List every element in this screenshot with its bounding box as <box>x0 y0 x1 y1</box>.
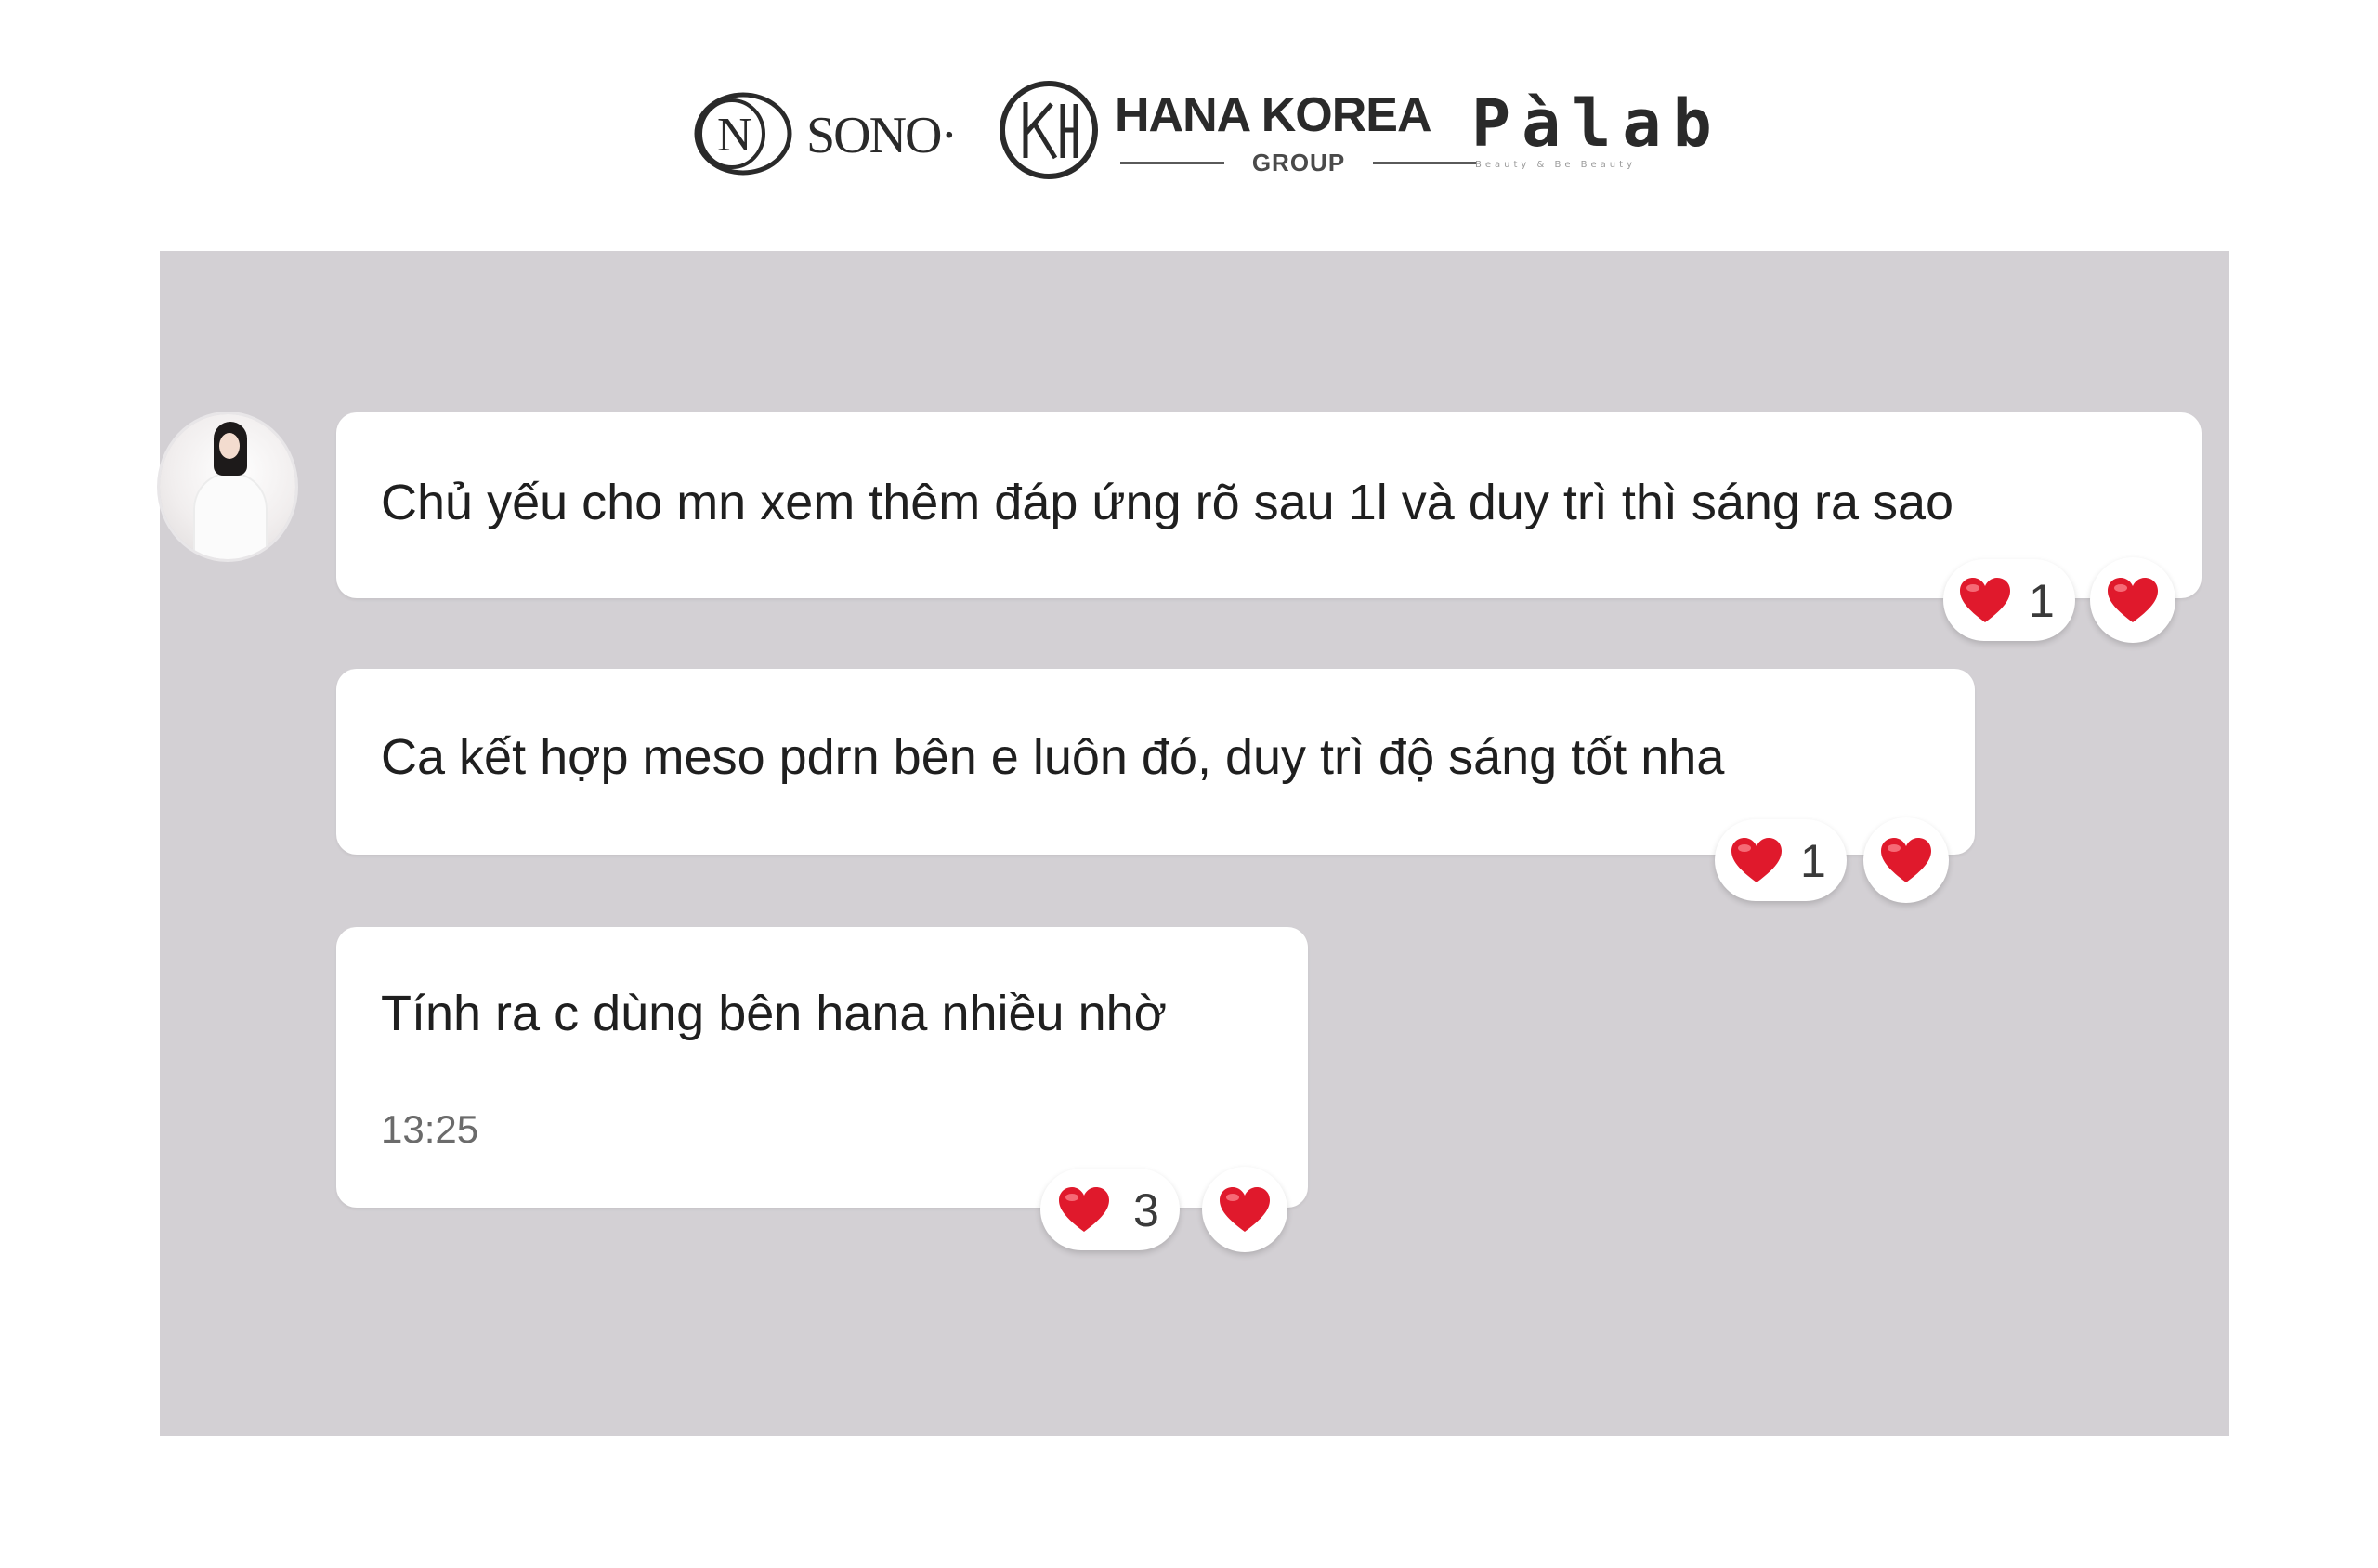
heart-icon <box>1960 578 2010 622</box>
message-bubble[interactable]: Tính ra c dùng bên hana nhiều nhờ 13:25 <box>336 927 1308 1208</box>
add-reaction-button[interactable] <box>2090 557 2175 643</box>
reaction-count: 1 <box>2029 575 2055 627</box>
message-text: Ca kết hợp meso pdrn bên e luôn đó, duy … <box>381 729 1725 785</box>
heart-icon <box>1220 1187 1270 1232</box>
reaction-count-pill[interactable]: 1 <box>1715 819 1847 901</box>
avatar-figure-face <box>219 433 240 459</box>
hana-korea-monogram-icon <box>1000 81 1098 179</box>
message-timestamp: 13:25 <box>381 1107 479 1151</box>
heart-icon <box>1059 1187 1109 1232</box>
reaction-count-pill[interactable]: 3 <box>1040 1169 1180 1250</box>
palab-wordmark: Pàlab <box>1471 85 1723 162</box>
svg-text:N: N <box>717 109 752 162</box>
heart-icon <box>1881 838 1931 882</box>
hana-korea-logo: HANA KOREA GROUP <box>998 76 1477 188</box>
message-text: Tính ra c dùng bên hana nhiều nhờ <box>381 986 1168 1041</box>
brand-logos-header: N SONO· HANA KOREA GROUP Pàlab Beauty & … <box>0 0 2378 232</box>
add-reaction-button[interactable] <box>1863 817 1949 903</box>
avatar-figure-body <box>193 472 268 559</box>
message-text: Chủ yếu cho mn xem thêm đáp ứng rõ sau 1… <box>381 475 1954 530</box>
reaction-count: 1 <box>1800 835 1826 887</box>
palab-logo: Pàlab Beauty & Be Beauty <box>1471 85 1713 188</box>
reaction-count-pill[interactable]: 1 <box>1943 559 2075 641</box>
heart-icon <box>2108 578 2158 622</box>
sono-monogram-icon: N <box>694 92 792 176</box>
avatar[interactable] <box>160 414 295 559</box>
message-bubble[interactable]: Chủ yếu cho mn xem thêm đáp ứng rõ sau 1… <box>336 412 2202 598</box>
hana-korea-wordmark: HANA KOREA <box>1115 88 1432 142</box>
reaction-count: 3 <box>1133 1184 1159 1236</box>
add-reaction-button[interactable] <box>1202 1167 1287 1252</box>
heart-icon <box>1731 838 1782 882</box>
sono-wordmark: SONO· <box>806 107 958 164</box>
sono-logo: N SONO· <box>691 89 958 182</box>
palab-tagline: Beauty & Be Beauty <box>1475 160 1636 169</box>
hana-korea-subtitle: GROUP <box>1120 149 1477 176</box>
message-bubble[interactable]: Ca kết hợp meso pdrn bên e luôn đó, duy … <box>336 669 1975 855</box>
divider <box>1373 162 1477 164</box>
